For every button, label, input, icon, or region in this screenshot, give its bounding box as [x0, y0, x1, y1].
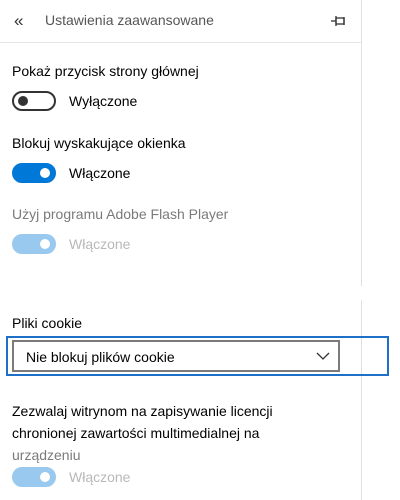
panel-divider: [361, 0, 362, 286]
panel-header: « Ustawienia zaawansowane: [0, 0, 361, 43]
toggle-knob: [40, 472, 50, 482]
popups-toggle[interactable]: [12, 163, 56, 183]
double-chevron-left-icon[interactable]: «: [14, 11, 32, 31]
media-licenses-label-line1: Zezwalaj witrynom na zapisywanie licencj…: [12, 403, 273, 419]
flash-state: Włączone: [69, 236, 131, 252]
toggle-knob: [18, 96, 28, 106]
media-licenses-label-line3: urządzeniu: [12, 447, 81, 463]
popups-label: Blokuj wyskakujące okienka: [12, 135, 186, 151]
settings-page: « Ustawienia zaawansowane Pokaż przycisk…: [0, 0, 400, 500]
flash-label: Użyj programu Adobe Flash Player: [12, 206, 229, 222]
blank-band: [0, 258, 361, 298]
home-button-label: Pokaż przycisk strony głównej: [12, 63, 199, 79]
media-licenses-toggle[interactable]: [12, 467, 56, 487]
pin-icon[interactable]: [330, 13, 348, 29]
media-licenses-label: Zezwalaj witrynom na zapisywanie licencj…: [12, 400, 342, 466]
toggle-knob: [40, 168, 50, 178]
media-licenses-state: Włączone: [69, 469, 131, 485]
panel-divider: [361, 300, 362, 500]
toggle-knob: [40, 239, 50, 249]
focus-highlight: [6, 336, 389, 376]
home-button-toggle[interactable]: [12, 91, 56, 111]
media-licenses-label-line2: chronionej zawartości multimedialnej na: [12, 425, 260, 441]
flash-toggle[interactable]: [12, 234, 56, 254]
cookies-label: Pliki cookie: [12, 315, 83, 331]
panel-title: Ustawienia zaawansowane: [45, 12, 214, 28]
advanced-settings-panel: « Ustawienia zaawansowane Pokaż przycisk…: [0, 0, 361, 500]
home-button-state: Wyłączone: [69, 93, 138, 109]
popups-state: Włączone: [69, 165, 131, 181]
